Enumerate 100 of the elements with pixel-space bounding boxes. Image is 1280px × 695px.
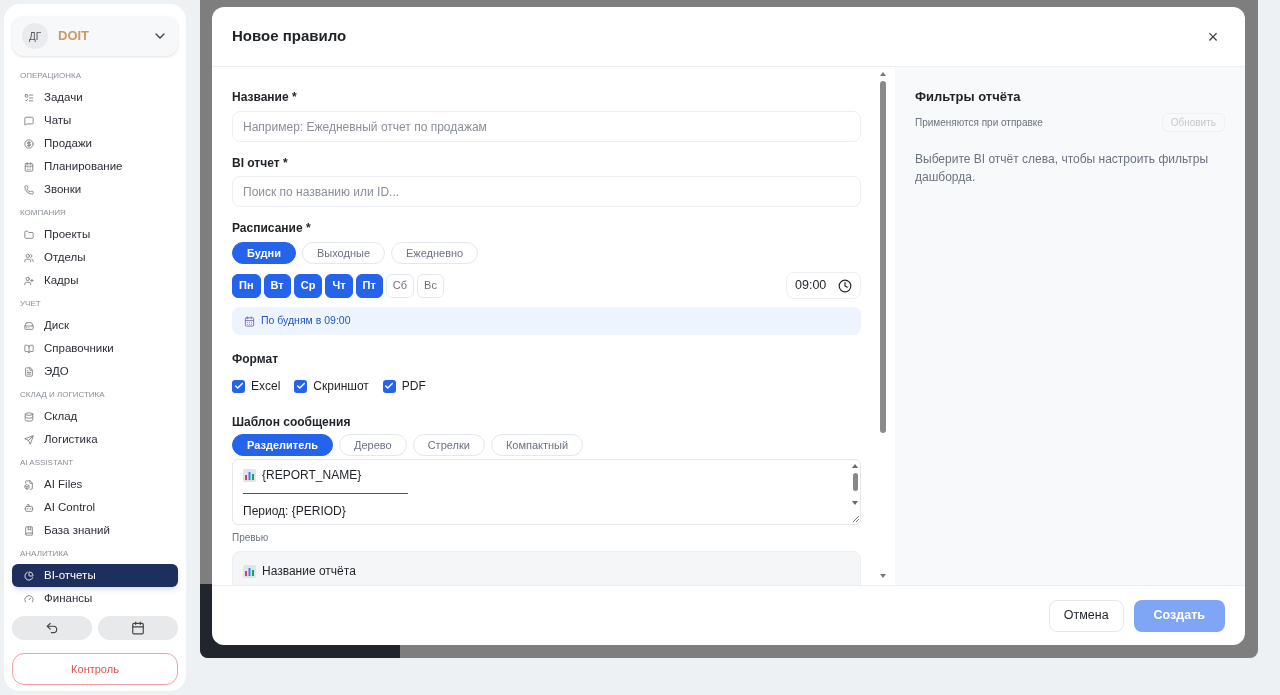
name-field[interactable]: Например: Ежедневный отчет по продажам [232, 111, 861, 142]
nav-label: Диск [44, 317, 69, 333]
nav-label: Чаты [44, 112, 72, 128]
nav-label: BI-отчеты [44, 567, 96, 583]
report-search-field[interactable]: Поиск по названию или ID... [232, 176, 861, 207]
nav-label: Звонки [44, 181, 82, 197]
template-line: {REPORT_NAME} [262, 467, 362, 484]
nav-item[interactable]: Звонки [12, 178, 178, 201]
avatar: ДГ [22, 23, 48, 49]
organization-name: DOIT [58, 27, 91, 46]
nav-item[interactable]: Кадры [12, 269, 178, 292]
nav-label: Кадры [44, 272, 79, 288]
nav-icon [24, 411, 34, 422]
checkbox[interactable] [382, 379, 396, 393]
chip-tab[interactable]: Компактный [490, 434, 584, 456]
nav-label: ЭДО [44, 363, 69, 379]
cancel-button[interactable]: Отмена [1048, 599, 1124, 632]
day-toggle[interactable]: Вт [263, 273, 291, 298]
nav-icon [24, 479, 34, 490]
template-editor[interactable]: {REPORT_NAME} Период: {PERIOD} [232, 459, 861, 525]
nav-label: Логистика [44, 431, 98, 447]
filters-hint: Выберите BI отчёт слева, чтобы настроить фильтры дашборда. [915, 150, 1210, 186]
section-heading: AI ASSISTANT [19, 457, 75, 469]
nav-icon [24, 366, 34, 377]
checkbox-label: Excel [251, 378, 281, 395]
nav-label: База знаний [44, 522, 110, 538]
section-heading: АНАЛИТИКА [19, 548, 70, 560]
day-toggle[interactable]: Пт [355, 273, 383, 298]
section-heading: КОМПАНИЯ [19, 207, 67, 219]
checkbox[interactable] [294, 379, 308, 393]
chip-tab[interactable]: Дерево [339, 434, 407, 456]
nav-label: Проекты [44, 226, 91, 242]
nav-icon [24, 525, 34, 536]
field-label: BI отчет * [232, 155, 289, 171]
panel-title: Фильтры отчёта [915, 88, 1022, 106]
nav-item[interactable]: Справочники [12, 337, 178, 360]
chip-tab[interactable]: Выходные [302, 242, 385, 264]
chip-tab[interactable]: Разделитель [232, 434, 334, 456]
nav-item[interactable]: Финансы [12, 587, 178, 610]
bar-chart-icon [243, 468, 256, 482]
checkbox[interactable] [232, 379, 245, 393]
nav-item[interactable]: ЭДО [12, 360, 178, 383]
field-label: Шаблон сообщения [232, 414, 352, 430]
calendar-icon [131, 621, 145, 635]
nav-icon [24, 161, 34, 172]
nav-icon [24, 275, 34, 286]
nav-item[interactable]: Склад [12, 405, 178, 428]
nav-label: Планирование [44, 158, 123, 174]
section-heading: ОПЕРАЦИОНКА [19, 70, 83, 82]
field-label: Формат [232, 351, 279, 368]
nav-icon [24, 229, 34, 240]
nav-item[interactable]: Чаты [12, 109, 178, 132]
summary-text: По будням в 09:00 [261, 313, 351, 329]
nav-item[interactable]: Отделы [12, 246, 178, 269]
nav-item[interactable]: Диск [12, 314, 178, 337]
nav-item[interactable]: Задачи [12, 86, 178, 109]
nav-icon [24, 252, 34, 263]
nav-icon [24, 92, 34, 103]
checkbox-label: PDF [401, 378, 426, 395]
nav-item[interactable]: BI-отчеты [12, 564, 178, 587]
chip-tab[interactable]: Стрелки [412, 434, 485, 456]
day-toggle[interactable]: Ср [293, 273, 323, 298]
section-heading: СКЛАД И ЛОГИСТИКА [19, 389, 106, 401]
nav-label: Продажи [44, 135, 93, 151]
chip-tab[interactable]: Ежедневно [391, 242, 479, 264]
nav-item[interactable]: AI Files [12, 473, 178, 496]
nav-item[interactable]: База знаний [12, 519, 178, 542]
check-icon [295, 381, 306, 391]
control-button[interactable]: Контроль [12, 653, 178, 685]
nav-icon [24, 502, 34, 513]
chip-tab[interactable]: Будни [232, 242, 296, 264]
nav-icon [24, 184, 34, 195]
nav-icon [24, 320, 34, 331]
field-label: Расписание * [232, 220, 312, 236]
nav-icon [24, 343, 34, 354]
bar-chart-icon [243, 564, 256, 578]
nav-icon [24, 593, 34, 604]
nav-item[interactable]: Планирование [12, 155, 178, 178]
day-toggle[interactable]: Сб [385, 273, 415, 298]
nav-icon [24, 138, 34, 149]
calendar-button[interactable] [98, 616, 178, 640]
nav-item[interactable]: Проекты [12, 223, 178, 246]
time-field[interactable]: 09:00 [786, 272, 861, 299]
nav-item[interactable]: AI Control [12, 496, 178, 519]
close-button[interactable]: × [1201, 24, 1225, 49]
field-label: Название * [232, 89, 298, 106]
calendar-icon [244, 315, 255, 327]
day-toggle[interactable]: Вс [417, 273, 444, 298]
workspace-switcher[interactable]: ДГ DOIT [12, 16, 178, 56]
nav-item[interactable]: Продажи [12, 132, 178, 155]
panel-subtitle: Применяются при отправке [915, 115, 1043, 130]
day-toggle[interactable]: Чт [325, 273, 353, 298]
check-icon [384, 381, 395, 391]
dialog-title: Новое правило [232, 26, 347, 47]
section-heading: УЧЕТ [19, 298, 42, 310]
nav-label: AI Files [44, 476, 83, 492]
nav-icon [24, 570, 34, 581]
checkbox-label: Скриншот [313, 378, 369, 395]
nav-item[interactable]: Логистика [12, 428, 178, 451]
day-toggle[interactable]: Пн [232, 273, 261, 298]
